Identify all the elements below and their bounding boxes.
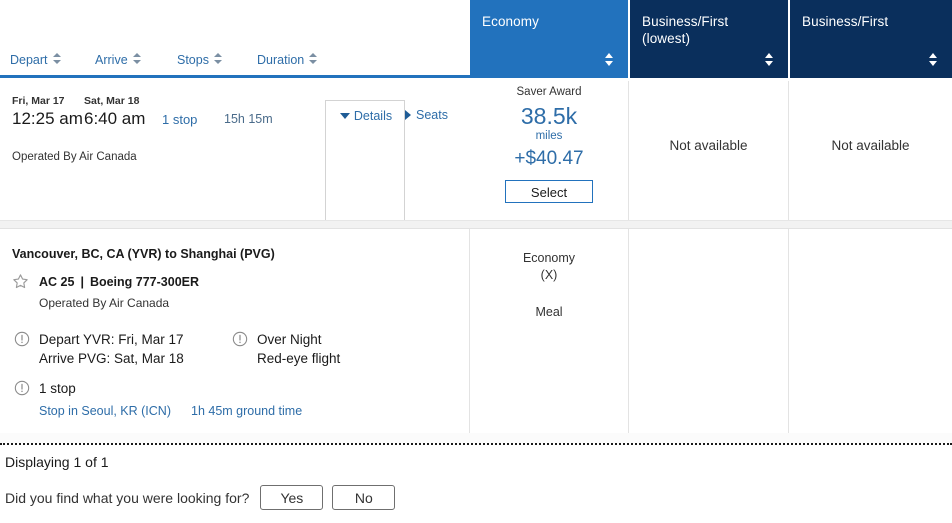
depart-date: Fri, Mar 17 [12,95,65,107]
flight-details-panel: Vancouver, BC, CA (YVR) to Shanghai (PVG… [0,229,952,433]
flight-equipment-line: AC 25 | Boeing 777-300ER [12,273,199,290]
row-separator [0,220,952,229]
chevron-right-icon [405,110,411,120]
overnight-title: Over Night [257,332,322,347]
cabin-header-business-first[interactable]: Business/First [790,0,952,78]
sort-depart[interactable]: Depart [10,53,85,67]
depart-detail: Depart YVR: Fri, Mar 17 [39,332,184,347]
info-exclamation-icon [232,331,248,347]
duration-value: 15h 15m [224,112,273,126]
award-type-label: Saver Award [516,86,582,98]
sort-arrive-label: Arrive [95,52,128,67]
cabin-column-headers: Economy Business/First (lowest) Business… [470,0,952,78]
award-cash-value: +$40.47 [514,148,584,169]
sort-bar: Depart Arrive Stops Duration [0,44,470,78]
sort-arrows-icon[interactable] [213,53,222,66]
duration-cell: 15h 15m [224,112,304,129]
panel-bottom-edge [0,433,952,443]
arrive-cell: Sat, Mar 18 6:40 am [84,95,162,129]
footer-divider [0,443,952,445]
overnight-subtitle: Red-eye flight [257,351,341,366]
flight-summary: Fri, Mar 17 12:25 am Sat, Mar 18 6:40 am… [0,81,470,311]
operated-by-text: Operated By Air Canada [12,151,137,163]
star-icon[interactable] [12,273,29,290]
sort-stops-label: Stops [177,52,209,67]
sort-arrows-icon[interactable] [52,53,61,66]
arrive-date: Sat, Mar 18 [84,95,140,107]
cabin-header-bizlow-line2: (lowest) [642,31,691,46]
results-footer: Displaying 1 of 1 Did you find what you … [0,446,952,523]
details-cell-economy: Economy (X) Meal [470,229,628,433]
seats-button[interactable]: Seats [405,100,448,130]
sort-arrows-icon[interactable] [132,53,141,66]
stop-detail-line: Stop in Seoul, KR (ICN) 1h 45m ground ti… [39,404,302,418]
feedback-yes-button[interactable]: Yes [260,485,324,510]
cabin-header-biz-line1: Business/First [802,14,889,29]
details-button[interactable]: Details [326,101,406,131]
info-exclamation-icon [14,331,30,347]
feedback-question: Did you find what you were looking for? [5,489,250,506]
award-miles-unit: miles [535,130,563,142]
sort-stops[interactable]: Stops [177,53,247,67]
cabin-header-economy[interactable]: Economy [470,0,628,78]
sort-arrows-icon[interactable] [765,53,774,68]
award-miles-value: 38.5k [520,103,578,129]
feedback-no-button[interactable]: No [332,485,396,510]
arrive-detail: Arrive PVG: Sat, Mar 18 [39,351,184,366]
depart-cell: Fri, Mar 17 12:25 am [12,95,84,129]
flight-number: AC 25 [39,274,75,289]
displaying-count: Displaying 1 of 1 [5,454,109,470]
details-cell-business-first-lowest [628,229,788,433]
stops-cell: 1 stop [162,112,224,129]
chevron-down-icon [339,113,350,119]
feedback-prompt: Did you find what you were looking for? … [5,485,404,510]
cabin-header-economy-label: Economy [482,14,539,29]
sort-arrive[interactable]: Arrive [95,53,167,67]
sort-arrows-icon[interactable] [309,53,318,66]
cabin-header-business-first-lowest[interactable]: Business/First (lowest) [630,0,788,78]
flight-results-page: Economy Business/First (lowest) Business… [0,0,952,523]
stops-fact: 1 stop [14,379,76,398]
select-button[interactable]: Select [505,180,593,203]
sort-duration[interactable]: Duration [257,53,347,67]
arrive-time: 6:40 am [84,109,146,128]
details-itinerary: Vancouver, BC, CA (YVR) to Shanghai (PVG… [0,229,470,433]
detail-booking-code: (X) [540,268,558,282]
overnight-fact: Over Night Red-eye flight [232,330,340,368]
fare-unavailable-text: Not available [669,138,748,153]
stops-detail-title: 1 stop [39,381,76,396]
sort-arrows-icon[interactable] [605,53,614,68]
stops-link[interactable]: 1 stop [162,112,224,129]
fare-unavailable-text: Not available [831,138,910,153]
sort-arrows-icon[interactable] [929,53,938,68]
sort-depart-label: Depart [10,52,48,67]
fare-cell-economy: Saver Award 38.5k miles +$40.47 Select [470,81,628,220]
stop-city-link[interactable]: Stop in Seoul, KR (ICN) [39,404,171,418]
details-cell-business-first [788,229,952,433]
details-operated-by: Operated By Air Canada [39,296,170,310]
depart-time: 12:25 am [12,109,83,128]
fare-cell-business-first-lowest: Not available [628,81,788,220]
flight-equipment-separator: | [80,274,84,289]
sort-duration-label: Duration [257,52,305,67]
cabin-header-bizlow-line1: Business/First [642,14,729,29]
depart-arrive-fact: Depart YVR: Fri, Mar 17 Arrive PVG: Sat,… [14,330,184,368]
ground-time-value: 1h 45m ground time [191,404,303,418]
info-exclamation-icon [14,380,30,396]
aircraft-equipment: Boeing 777-300ER [89,274,200,289]
seats-button-label: Seats [416,108,448,122]
route-heading: Vancouver, BC, CA (YVR) to Shanghai (PVG… [12,247,275,261]
detail-cabin-name: Economy [522,251,576,265]
detail-meal-service: Meal [535,305,563,319]
details-button-label: Details [353,109,393,123]
fare-cell-business-first: Not available [788,81,952,220]
flight-result-row: Fri, Mar 17 12:25 am Sat, Mar 18 6:40 am… [0,81,952,311]
